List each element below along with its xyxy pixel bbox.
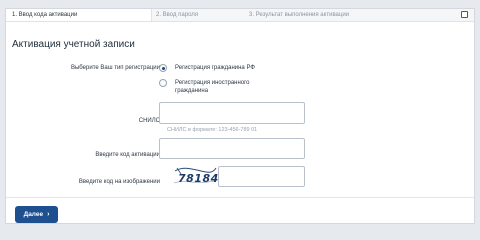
expand-icon[interactable]: [461, 11, 468, 18]
footer-divider: [6, 197, 474, 198]
next-button[interactable]: Далее ›: [15, 206, 58, 223]
captcha-label: Введите код на изображении: [78, 179, 160, 185]
captcha-input[interactable]: [218, 166, 305, 187]
snils-input[interactable]: [159, 102, 305, 124]
radio-option-rf-citizen[interactable]: Регистрация гражданина РФ: [159, 64, 265, 72]
radio-option-label: Регистрация гражданина РФ: [175, 65, 255, 71]
snils-format-hint: СНИЛС в формате: 123-456-789 01: [167, 127, 258, 133]
activation-code-label: Введите код активации: [95, 152, 160, 158]
activation-form-card: 1. Ввод кода активации 2. Ввод пароля 3.…: [5, 8, 475, 224]
registration-type-label: Выберите Ваш тип регистрации: [70, 65, 160, 71]
snils-label: СНИЛС: [138, 118, 160, 124]
wizard-steps: 1. Ввод кода активации 2. Ввод пароля 3.…: [6, 9, 474, 22]
radio-option-label: Регистрация иностранного гражданина: [175, 80, 250, 94]
step-tab-enter-password[interactable]: 2. Ввод пароля: [156, 9, 198, 21]
step-tab-activation-result[interactable]: 3. Результат выполнения активации: [249, 9, 349, 21]
radio-option-foreign-citizen[interactable]: Регистрация иностранного гражданина: [159, 79, 265, 95]
radio-button-unchecked[interactable]: [159, 79, 167, 87]
radio-button-checked[interactable]: [159, 64, 167, 72]
captcha-text: 78184: [178, 172, 219, 185]
captcha-image: 78184: [173, 165, 219, 189]
activation-code-input[interactable]: [159, 138, 305, 159]
chevron-right-icon: ›: [47, 211, 50, 218]
next-button-label: Далее: [23, 211, 44, 218]
step-tab-enter-code[interactable]: 1. Ввод кода активации: [6, 9, 152, 21]
page-title: Активация учетной записи: [12, 39, 135, 50]
